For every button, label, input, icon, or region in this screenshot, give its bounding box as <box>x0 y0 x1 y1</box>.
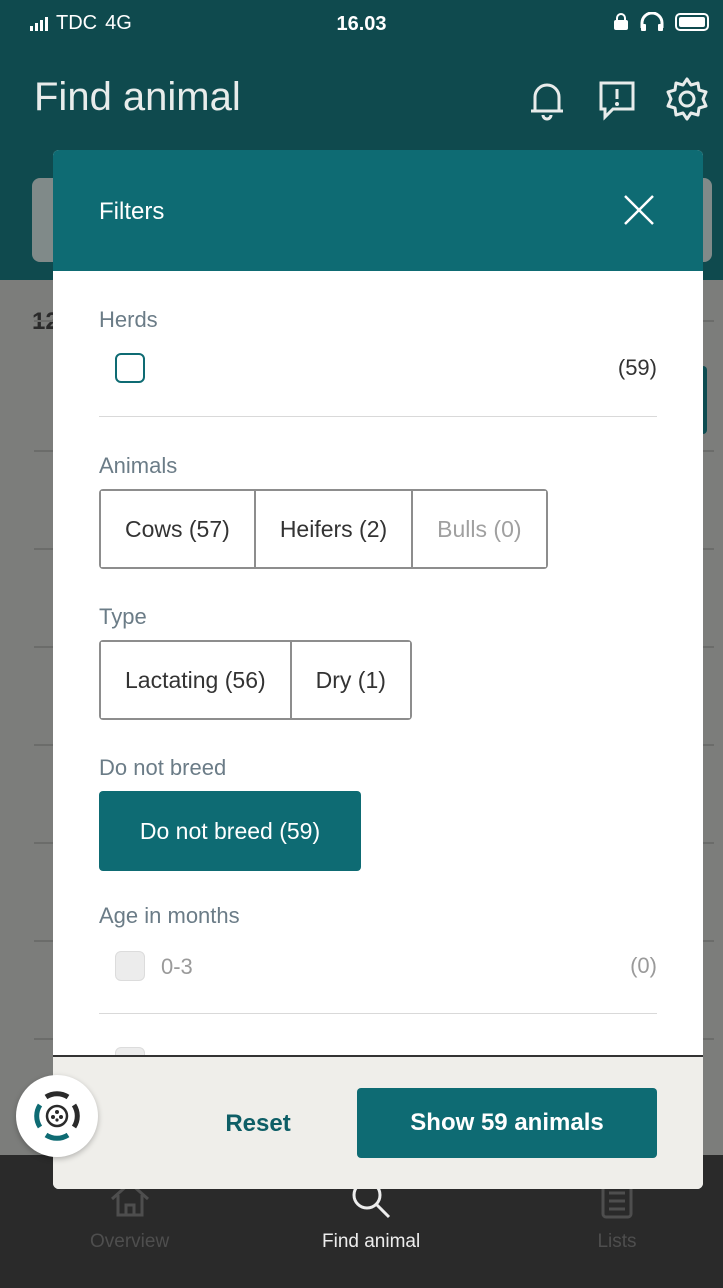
age-count: (0) <box>630 953 657 978</box>
bell-icon[interactable] <box>523 75 571 123</box>
dialog-body: Herds (59) Animals Cows (57) Heifers (2)… <box>53 271 703 1056</box>
cycle-logo-icon <box>34 1091 80 1141</box>
lock-rotation-icon <box>614 13 628 30</box>
divider <box>99 1013 657 1014</box>
age-option[interactable]: 0-3 (0) <box>99 951 657 981</box>
nav-label: Overview <box>90 1231 170 1252</box>
age-range-label: 0-3 <box>161 954 193 979</box>
age-checkbox[interactable] <box>115 951 145 981</box>
nav-label: Lists <box>597 1231 637 1252</box>
age-label: Age in months <box>99 903 240 928</box>
battery-icon <box>675 13 709 31</box>
type-label: Type <box>99 604 147 629</box>
animals-segmented-control: Cows (57) Heifers (2) Bulls (0) <box>99 489 548 569</box>
app-bar: Find animal <box>0 47 723 154</box>
dialog-header: Filters <box>53 150 703 271</box>
feedback-icon[interactable] <box>593 75 641 123</box>
status-bar: TDC 4G 16.03 <box>0 0 723 47</box>
page-title: Find animal <box>34 75 241 119</box>
dry-option[interactable]: Dry (1) <box>291 642 410 718</box>
dialog-footer: Reset Show 59 animals <box>53 1057 703 1189</box>
bulls-option[interactable]: Bulls (0) <box>413 491 546 567</box>
divider <box>99 416 657 417</box>
do-not-breed-button[interactable]: Do not breed (59) <box>99 791 361 871</box>
app-logo-button[interactable] <box>16 1075 98 1157</box>
herd-option[interactable]: (59) <box>99 353 657 383</box>
do-not-breed-label: Do not breed <box>99 755 227 780</box>
headphones-icon <box>640 12 664 31</box>
close-button[interactable] <box>621 192 657 228</box>
gear-icon[interactable] <box>663 75 711 123</box>
type-segmented-control: Lactating (56) Dry (1) <box>99 640 412 720</box>
reset-button[interactable]: Reset <box>203 1099 313 1149</box>
close-icon <box>624 195 654 225</box>
nav-label: Find animal <box>322 1231 421 1252</box>
animals-label: Animals <box>99 453 178 478</box>
heifers-option[interactable]: Heifers (2) <box>255 491 414 567</box>
filters-dialog: Filters Herds (59) Animals Cows (57) Hei… <box>53 150 703 1189</box>
herd-checkbox[interactable] <box>115 353 145 383</box>
herd-count: (59) <box>617 355 657 380</box>
lactating-option[interactable]: Lactating (56) <box>101 642 292 718</box>
cows-option[interactable]: Cows (57) <box>101 491 256 567</box>
dialog-title: Filters <box>99 198 165 225</box>
show-animals-button[interactable]: Show 59 animals <box>357 1088 657 1158</box>
herds-label: Herds <box>99 307 158 332</box>
